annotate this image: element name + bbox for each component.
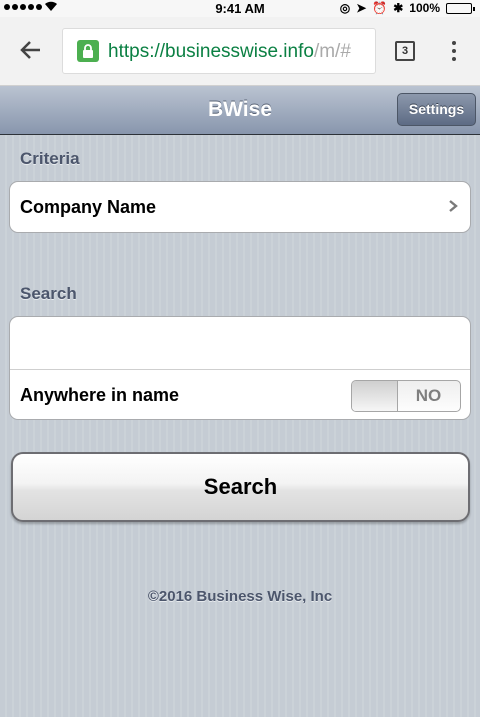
chevron-right-icon: [449, 200, 458, 212]
bluetooth-icon: ✱: [393, 1, 404, 15]
criteria-section-label: Criteria: [20, 149, 80, 168]
lock-rotation-icon: ◎: [339, 1, 351, 15]
address-bar[interactable]: https://businesswise.info/m/#: [62, 28, 376, 74]
criteria-group: Company Name: [9, 181, 471, 233]
anywhere-row: Anywhere in name NO: [10, 370, 470, 419]
location-icon: ➤: [356, 1, 367, 15]
alarm-icon: ⏰: [372, 1, 388, 15]
anywhere-label: Anywhere in name: [20, 385, 180, 405]
search-group: Anywhere in name NO: [9, 316, 471, 420]
app-header: BWise Settings: [0, 86, 480, 135]
battery-icon: [446, 2, 475, 14]
lock-icon: [77, 40, 99, 62]
anywhere-toggle[interactable]: NO: [351, 380, 461, 412]
search-input-row: [10, 317, 470, 370]
main-content: Criteria Company Name Search Anywhere in…: [0, 135, 480, 717]
copyright-text: ©2016 Business Wise, Inc: [147, 588, 333, 605]
url-scheme: https://: [108, 41, 166, 62]
toggle-state: NO: [415, 386, 442, 405]
tab-switcher-button[interactable]: 3: [395, 41, 415, 61]
url-host: businesswise.info: [165, 41, 314, 62]
search-input[interactable]: [10, 317, 470, 369]
criteria-row[interactable]: Company Name: [10, 182, 470, 232]
search-button[interactable]: Search: [11, 452, 470, 522]
status-icons: ◎ ➤ ⏰ ✱ 100%: [339, 1, 475, 15]
search-section-label: Search: [20, 284, 77, 303]
browser-toolbar: https://businesswise.info/m/# 3: [0, 17, 480, 86]
status-bar: 9:41 AM ◎ ➤ ⏰ ✱ 100%: [0, 0, 480, 17]
toggle-knob[interactable]: [352, 381, 398, 411]
url-path: /m/#: [313, 41, 351, 62]
settings-button[interactable]: Settings: [397, 93, 476, 126]
overflow-menu-icon[interactable]: [452, 41, 458, 61]
back-arrow-icon[interactable]: [18, 37, 44, 63]
battery-percent: 100%: [409, 1, 440, 15]
criteria-value: Company Name: [20, 197, 157, 217]
url-text: https://businesswise.info/m/#: [108, 41, 351, 63]
